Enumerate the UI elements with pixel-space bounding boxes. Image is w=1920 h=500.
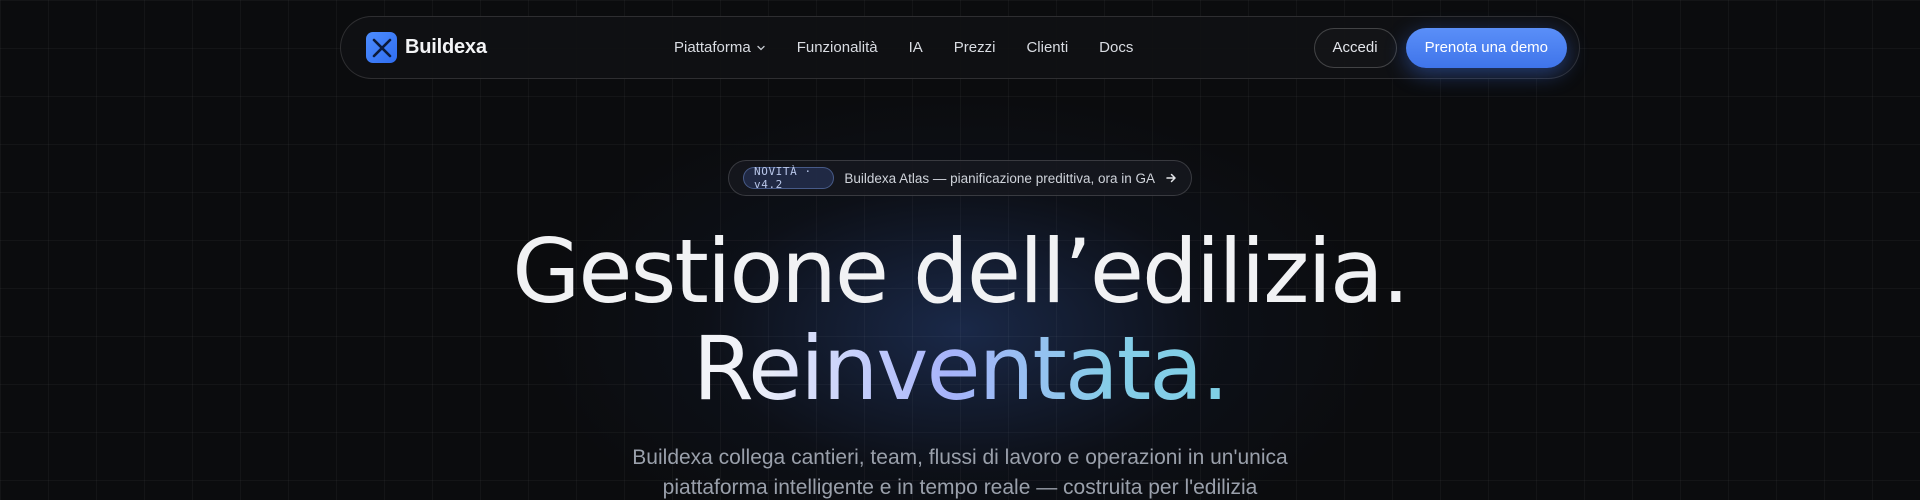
chevron-down-icon: [757, 45, 765, 50]
nav-links: Piattaforma Funzionalità IA Prezzi Clien…: [674, 17, 1133, 78]
hero-title-line1: Gestione dell’edilizia.: [512, 220, 1410, 323]
hero-title-line2: Reinventata.: [692, 317, 1229, 420]
brand-name: Buildexa: [405, 36, 487, 58]
landing-page: Buildexa Piattaforma Funzionalità IA Pre…: [0, 0, 1920, 500]
book-demo-button[interactable]: Prenota una demo: [1405, 27, 1567, 68]
nav-actions: Accedi Prenota una demo: [1313, 27, 1567, 68]
nav-item-label: Piattaforma: [674, 39, 751, 56]
top-navbar: Buildexa Piattaforma Funzionalità IA Pre…: [340, 16, 1580, 79]
x-mark-logo-icon: [366, 32, 397, 63]
hero-subtitle-line2: piattaforma intelligente e in tempo real…: [662, 476, 1258, 499]
nav-item-piattaforma[interactable]: Piattaforma: [674, 39, 766, 56]
announcement-text: Buildexa Atlas — pianificazione preditti…: [844, 170, 1155, 186]
nav-item-docs[interactable]: Docs: [1099, 39, 1133, 56]
nav-item-ia[interactable]: IA: [909, 39, 923, 56]
nav-item-prezzi[interactable]: Prezzi: [954, 39, 996, 56]
nav-item-funzionalita[interactable]: Funzionalità: [797, 39, 878, 56]
brand[interactable]: Buildexa: [366, 32, 487, 63]
announcement-banner[interactable]: NOVITÀ · v4.2 Buildexa Atlas — pianifica…: [728, 160, 1192, 196]
nav-item-clienti[interactable]: Clienti: [1026, 39, 1068, 56]
login-button[interactable]: Accedi: [1313, 27, 1397, 68]
arrow-right-icon: [1165, 172, 1177, 184]
version-badge: NOVITÀ · v4.2: [743, 165, 835, 191]
hero-subtitle-line1: Buildexa collega cantieri, team, flussi …: [632, 446, 1288, 469]
